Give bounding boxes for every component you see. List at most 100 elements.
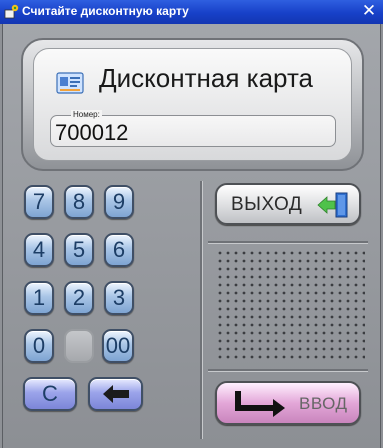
speaker-dot <box>314 291 318 295</box>
card-number-label: Номер: <box>71 110 102 119</box>
speaker-dot <box>242 267 246 271</box>
key-1[interactable]: 1 <box>24 281 54 315</box>
speaker-dot <box>330 291 334 295</box>
speaker-dot <box>346 251 350 255</box>
speaker-dot <box>354 355 358 359</box>
speaker-dot <box>330 331 334 335</box>
window-title: Считайте дисконтную карту <box>22 4 189 18</box>
speaker-dot <box>346 315 350 319</box>
speaker-dot <box>250 267 254 271</box>
card-display: Дисконтная карта Номер: 700012 <box>33 48 352 161</box>
speaker-dot <box>258 307 262 311</box>
speaker-dot <box>282 259 286 263</box>
card-number-value: 700012 <box>55 120 129 145</box>
speaker-dot <box>306 315 310 319</box>
speaker-dot <box>322 331 326 335</box>
speaker-dot <box>218 291 222 295</box>
speaker-dot <box>250 283 254 287</box>
key-0[interactable]: 0 <box>24 329 54 363</box>
speaker-dot <box>314 251 318 255</box>
backspace-button[interactable] <box>88 377 143 411</box>
speaker-dot <box>282 355 286 359</box>
speaker-dot <box>322 275 326 279</box>
speaker-dot <box>266 347 270 351</box>
speaker-dot <box>330 299 334 303</box>
speaker-dot <box>306 299 310 303</box>
speaker-dot <box>282 299 286 303</box>
speaker-dot <box>290 267 294 271</box>
speaker-dot <box>306 323 310 327</box>
speaker-dot <box>266 331 270 335</box>
speaker-dot <box>338 267 342 271</box>
speaker-dot <box>306 347 310 351</box>
key-8[interactable]: 8 <box>64 185 94 219</box>
speaker-dot <box>306 291 310 295</box>
speaker-dot <box>306 275 310 279</box>
app-icon <box>4 4 19 19</box>
speaker-dot <box>298 355 302 359</box>
speaker-dot <box>290 307 294 311</box>
clear-button[interactable]: C <box>23 377 77 411</box>
speaker-dot <box>282 315 286 319</box>
speaker-dot <box>362 283 365 287</box>
speaker-dot <box>298 299 302 303</box>
speaker-dot <box>218 259 222 263</box>
speaker-dot <box>330 251 334 255</box>
key-7[interactable]: 7 <box>24 185 54 219</box>
speaker-dot <box>250 299 254 303</box>
speaker-dot <box>218 299 222 303</box>
speaker-dot <box>242 259 246 263</box>
speaker-dot <box>266 299 270 303</box>
divider-bottom <box>208 369 368 371</box>
speaker-dot <box>282 275 286 279</box>
speaker-dot <box>242 331 246 335</box>
speaker-dot <box>314 299 318 303</box>
speaker-dot <box>234 283 238 287</box>
speaker-dot <box>290 323 294 327</box>
speaker-dot <box>290 283 294 287</box>
speaker-dot <box>354 291 358 295</box>
speaker-dot <box>282 331 286 335</box>
speaker-dot <box>346 299 350 303</box>
key-2[interactable]: 2 <box>64 281 94 315</box>
key-6[interactable]: 6 <box>104 233 134 267</box>
speaker-dot <box>282 283 286 287</box>
speaker-dot <box>242 355 246 359</box>
speaker-dot <box>322 299 326 303</box>
speaker-dot <box>338 291 342 295</box>
speaker-dot <box>226 291 230 295</box>
speaker-dot <box>314 283 318 287</box>
speaker-dot <box>242 315 246 319</box>
speaker-dot <box>290 347 294 351</box>
card-number-field[interactable]: Номер: 700012 <box>50 110 336 147</box>
speaker-dot <box>218 323 222 327</box>
speaker-dot <box>258 347 262 351</box>
speaker-dot <box>274 331 278 335</box>
key-3[interactable]: 3 <box>104 281 134 315</box>
speaker-dot <box>330 259 334 263</box>
speaker-dot <box>258 323 262 327</box>
speaker-dot <box>354 283 358 287</box>
speaker-dot <box>282 339 286 343</box>
speaker-dot <box>282 291 286 295</box>
speaker-dot <box>234 291 238 295</box>
enter-button[interactable]: ВВОД <box>215 381 361 425</box>
key-4[interactable]: 4 <box>24 233 54 267</box>
key-5[interactable]: 5 <box>64 233 94 267</box>
card-title: Дисконтная карта <box>99 63 314 93</box>
speaker-dot <box>274 291 278 295</box>
close-button[interactable]: ✕ <box>359 1 379 21</box>
speaker-dot <box>266 251 270 255</box>
exit-button[interactable]: ВЫХОД <box>215 183 361 225</box>
speaker-dot <box>298 267 302 271</box>
divider-top <box>208 241 368 243</box>
speaker-dot <box>290 331 294 335</box>
speaker-dot <box>290 251 294 255</box>
speaker-dot <box>362 355 365 359</box>
speaker-dot <box>258 267 262 271</box>
key-9[interactable]: 9 <box>104 185 134 219</box>
key-00[interactable]: 00 <box>102 329 134 363</box>
speaker-dot <box>234 251 238 255</box>
speaker-dot <box>322 315 326 319</box>
speaker-dot <box>218 251 222 255</box>
